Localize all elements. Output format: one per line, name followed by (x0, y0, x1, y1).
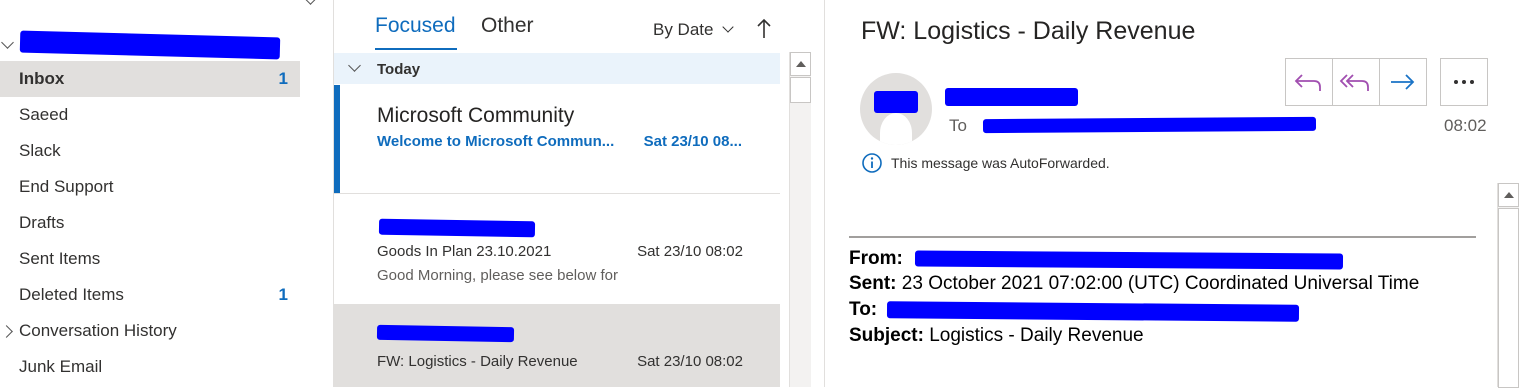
folder-label: Saeed (19, 105, 69, 124)
redacted-from-address (914, 250, 1344, 270)
more-icon (1454, 80, 1474, 84)
tab-focused-underline (375, 48, 457, 50)
message-subject: FW: Logistics - Daily Revenue (377, 353, 578, 370)
redacted-to-address (886, 301, 1300, 322)
folder-deleted-items[interactable]: Deleted Items 1 (0, 277, 300, 313)
info-icon (862, 153, 882, 173)
forward-button[interactable] (1379, 58, 1427, 106)
forwarded-subject-line: Subject: Logistics - Daily Revenue (849, 325, 1144, 347)
folder-label: Conversation History (19, 321, 177, 340)
reading-pane-scrollbar[interactable] (1497, 183, 1519, 388)
autoforward-notice: This message was AutoForwarded. (891, 155, 1110, 171)
folder-label: End Support (19, 177, 114, 196)
group-header-today[interactable]: Today (334, 53, 780, 84)
redacted-account-name (19, 30, 281, 60)
folder-label: Sent Items (19, 249, 101, 268)
redacted-recipients (982, 116, 1317, 134)
sent-label: Sent: (849, 273, 897, 294)
sort-direction-arrow-icon[interactable] (756, 18, 772, 40)
avatar-person-shape (880, 113, 912, 145)
from-label: From: (849, 248, 903, 269)
avatar[interactable] (860, 73, 932, 145)
subject-label: Subject: (849, 325, 924, 346)
folder-pane: Inbox 1 Saeed Slack End Support Drafts S… (0, 0, 334, 387)
message-list: Focused Other By Date Today Microsoft Co… (334, 0, 811, 387)
scroll-thumb[interactable] (790, 77, 811, 103)
sort-by-dropdown[interactable]: By Date (653, 20, 734, 40)
message-date: Sat 23/10 08... (643, 133, 742, 150)
scroll-thumb[interactable] (1498, 208, 1519, 388)
folder-label: Deleted Items (19, 285, 124, 304)
tab-focused[interactable]: Focused (375, 14, 456, 38)
folder-inbox[interactable]: Inbox 1 (0, 61, 300, 97)
reading-pane: FW: Logistics - Daily Revenue To 08:02 T… (824, 0, 1533, 388)
redacted-avatar-face (874, 91, 918, 113)
account-row[interactable] (0, 28, 300, 64)
message-date: Sat 23/10 08:02 (637, 353, 743, 370)
folder-junk-email[interactable]: Junk Email (0, 349, 300, 385)
folder-saeed[interactable]: Saeed (0, 97, 300, 133)
scroll-up-button[interactable] (1498, 183, 1519, 207)
folder-label: Drafts (19, 213, 65, 232)
reply-icon (1294, 74, 1321, 91)
message-subject: Goods In Plan 23.10.2021 (377, 243, 552, 260)
more-actions-button[interactable] (1440, 58, 1488, 106)
to-label: To (949, 116, 967, 135)
reply-all-button[interactable] (1332, 58, 1380, 106)
message-date: Sat 23/10 08:02 (637, 243, 743, 260)
reply-button[interactable] (1285, 58, 1333, 106)
chevron-down-icon (722, 21, 734, 33)
folder-label: Slack (19, 141, 61, 160)
forwarded-from-line: From: (849, 248, 903, 270)
folder-slack[interactable]: Slack (0, 133, 300, 169)
tab-other[interactable]: Other (481, 14, 534, 38)
message-subject: Welcome to Microsoft Commun... (377, 133, 615, 150)
folder-label: Inbox (19, 69, 65, 88)
email-subject-title: FW: Logistics - Daily Revenue (861, 17, 1196, 45)
unread-count-badge: 1 (278, 285, 288, 304)
chevron-right-icon[interactable] (0, 325, 13, 338)
message-item[interactable]: Goods In Plan 23.10.2021 Sat 23/10 08:02… (334, 194, 780, 304)
message-preview: Good Morning, please see below for (377, 267, 618, 284)
folder-label: Junk Email (19, 357, 103, 376)
header-divider (849, 236, 1476, 238)
forward-icon (1391, 74, 1415, 90)
scroll-up-button[interactable] (790, 52, 811, 76)
sort-label: By Date (653, 20, 714, 39)
redacted-sender (376, 324, 515, 343)
unread-indicator-bar (334, 85, 340, 193)
message-sender: Microsoft Community (377, 104, 575, 127)
message-item[interactable]: Microsoft Community Welcome to Microsoft… (334, 85, 780, 193)
chevron-down-icon[interactable] (1, 36, 14, 49)
to-label: To: (849, 299, 878, 320)
folder-drafts[interactable]: Drafts (0, 205, 300, 241)
forwarded-sent-line: Sent: 23 October 2021 07:02:00 (UTC) Coo… (849, 273, 1419, 295)
reply-all-icon (1339, 74, 1369, 91)
group-header-label: Today (377, 61, 421, 78)
unread-count-badge: 1 (278, 69, 288, 88)
message-item[interactable]: FW: Logistics - Daily Revenue Sat 23/10 … (334, 304, 780, 387)
sent-value: 23 October 2021 07:02:00 (UTC) Coordinat… (901, 273, 1420, 294)
chevron-down-icon (348, 59, 361, 72)
folder-end-support[interactable]: End Support (0, 169, 300, 205)
chevron-up-icon[interactable] (304, 0, 317, 5)
subject-value: Logistics - Daily Revenue (929, 325, 1144, 346)
folder-sent-items[interactable]: Sent Items (0, 241, 300, 277)
redacted-sender (378, 218, 536, 238)
received-time: 08:02 (1444, 116, 1487, 135)
message-list-scrollbar[interactable] (789, 52, 811, 387)
folder-conversation-history[interactable]: Conversation History (0, 313, 300, 349)
forwarded-to-line: To: (849, 299, 877, 321)
redacted-sender-name (945, 88, 1078, 106)
